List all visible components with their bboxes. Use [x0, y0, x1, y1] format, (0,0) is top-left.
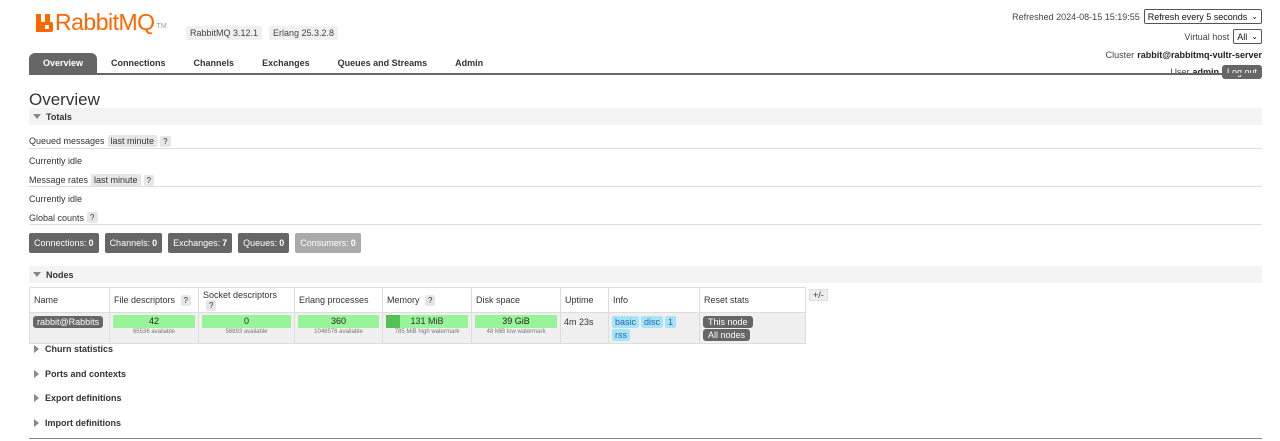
brand-tm: TM	[156, 23, 167, 30]
info-tag-disc: disc	[641, 316, 664, 328]
disk-watermark: 48 MiB low watermark	[486, 329, 546, 335]
totals-section-toggle[interactable]: Totals	[29, 108, 1262, 125]
disk-bar: 39 GiB	[475, 315, 557, 328]
tab-channels[interactable]: Channels	[180, 53, 249, 73]
ep-bar: 360	[298, 315, 379, 328]
divider	[29, 148, 1262, 149]
memory-value: 131 MiB	[410, 316, 444, 326]
nodes-title: Nodes	[46, 269, 74, 280]
divider	[29, 438, 1262, 439]
nodes-section-toggle[interactable]: Nodes	[29, 266, 1262, 283]
vhost-select[interactable]: All ⌄	[1233, 29, 1262, 44]
consumers-count[interactable]: Consumers: 0	[295, 233, 361, 253]
tab-queues-streams[interactable]: Queues and Streams	[324, 53, 442, 73]
sd-available: 58893 available	[225, 329, 268, 335]
global-counts: Connections: 0 Channels: 0 Exchanges: 7 Que…	[29, 233, 367, 253]
tab-overview[interactable]: Overview	[29, 53, 98, 73]
queued-range-chip[interactable]: last minute	[107, 135, 158, 147]
col-memory: Memory ?	[382, 287, 472, 313]
rabbitmq-logo: RabbitMQ TM	[36, 9, 167, 35]
triangle-down-icon	[33, 272, 41, 277]
erlang-version: Erlang 25.3.2.8	[269, 26, 339, 40]
export-definitions-toggle[interactable]: Export definitions	[34, 393, 122, 403]
help-button[interactable]: ?	[180, 295, 191, 306]
triangle-right-icon	[34, 370, 39, 378]
rates-range-chip[interactable]: last minute	[91, 174, 141, 186]
triangle-right-icon	[34, 419, 39, 427]
col-reset-stats: Reset stats	[699, 287, 806, 313]
triangle-right-icon	[34, 345, 39, 353]
reset-all-nodes-button[interactable]: All nodes	[703, 329, 751, 341]
exchanges-count[interactable]: Exchanges: 7	[168, 233, 233, 253]
help-button[interactable]: ?	[160, 135, 171, 147]
import-definitions-toggle[interactable]: Import definitions	[34, 418, 121, 428]
divider	[29, 186, 1262, 187]
chevron-down-icon: ⌄	[1251, 12, 1258, 21]
tab-exchanges[interactable]: Exchanges	[248, 53, 324, 73]
rabbitmq-version: RabbitMQ 3.12.1	[186, 26, 263, 40]
channels-count[interactable]: Channels: 0	[104, 233, 163, 253]
rabbitmq-logo-icon	[36, 14, 53, 32]
columns-toggle-button[interactable]: +/-	[809, 289, 828, 301]
refreshed-time: 2024-08-15 15:19:55	[1056, 11, 1140, 22]
col-erlang-processes: Erlang processes	[294, 287, 383, 313]
queued-messages-label: Queued messages	[29, 136, 105, 146]
memory-bar: 131 MiB	[386, 315, 468, 328]
fd-bar: 42	[113, 315, 195, 328]
col-disk-space: Disk space	[471, 287, 561, 313]
message-rates-row: Message rates last minute ?	[29, 174, 1262, 186]
reset-this-node-button[interactable]: This node	[703, 316, 753, 328]
memory-watermark: 785 MiB high watermark	[394, 329, 460, 335]
triangle-down-icon	[33, 114, 41, 119]
fd-available: 65536 available	[132, 329, 176, 335]
col-socket-descriptors: Socket descriptors ?	[198, 287, 295, 313]
memory-bar-fill	[386, 315, 400, 328]
refreshed-label: Refreshed	[1012, 11, 1054, 22]
node-name-link[interactable]: rabbit@Rabbits	[33, 316, 104, 328]
queued-idle-text: Currently idle	[29, 156, 83, 166]
page-title: Overview	[29, 90, 100, 109]
info-tag-count: 1	[665, 316, 677, 328]
col-info: Info	[608, 287, 700, 313]
ports-contexts-toggle[interactable]: Ports and contexts	[34, 369, 126, 379]
global-counts-row: Global counts ?	[29, 212, 1262, 223]
help-button[interactable]: ?	[206, 300, 217, 311]
nodes-table: Name File descriptors ? Socket descripto…	[29, 287, 806, 344]
help-button[interactable]: ?	[87, 212, 98, 223]
info-tag-rss: rss	[612, 329, 630, 341]
global-counts-label: Global counts	[29, 212, 85, 223]
triangle-right-icon	[34, 394, 39, 402]
rates-idle-text: Currently idle	[29, 194, 83, 204]
queues-count[interactable]: Queues: 0	[238, 233, 290, 253]
churn-statistics-toggle[interactable]: Churn statistics	[34, 344, 113, 354]
divider	[29, 224, 1262, 225]
col-name: Name	[29, 287, 110, 313]
col-uptime: Uptime	[560, 287, 609, 313]
chevron-down-icon: ⌄	[1251, 32, 1258, 41]
tab-admin[interactable]: Admin	[441, 53, 497, 73]
table-row: rabbit@Rabbits 42 65536 available 0 58893 …	[29, 312, 806, 344]
connections-count[interactable]: Connections: 0	[29, 233, 99, 253]
queued-messages-row: Queued messages last minute ?	[29, 135, 1262, 147]
col-file-descriptors: File descriptors ?	[109, 287, 199, 313]
vhost-label: Virtual host	[1184, 31, 1230, 42]
brand-name: RabbitMQ	[55, 9, 155, 35]
table-header-row: Name File descriptors ? Socket descripto…	[29, 287, 806, 313]
sd-bar: 0	[202, 315, 291, 328]
help-button[interactable]: ?	[425, 295, 436, 306]
message-rates-label: Message rates	[29, 175, 89, 185]
help-button[interactable]: ?	[143, 174, 155, 186]
refresh-interval-select[interactable]: Refresh every 5 seconds ⌄	[1143, 9, 1262, 24]
totals-title: Totals	[46, 111, 72, 122]
info-tag-basic: basic	[612, 316, 640, 328]
ep-available: 1048576 available	[314, 329, 363, 335]
tab-connections[interactable]: Connections	[97, 53, 180, 73]
main-tabs: Overview Connections Channels Exchanges …	[29, 53, 1262, 75]
uptime-value: 4m 23s	[560, 312, 609, 344]
